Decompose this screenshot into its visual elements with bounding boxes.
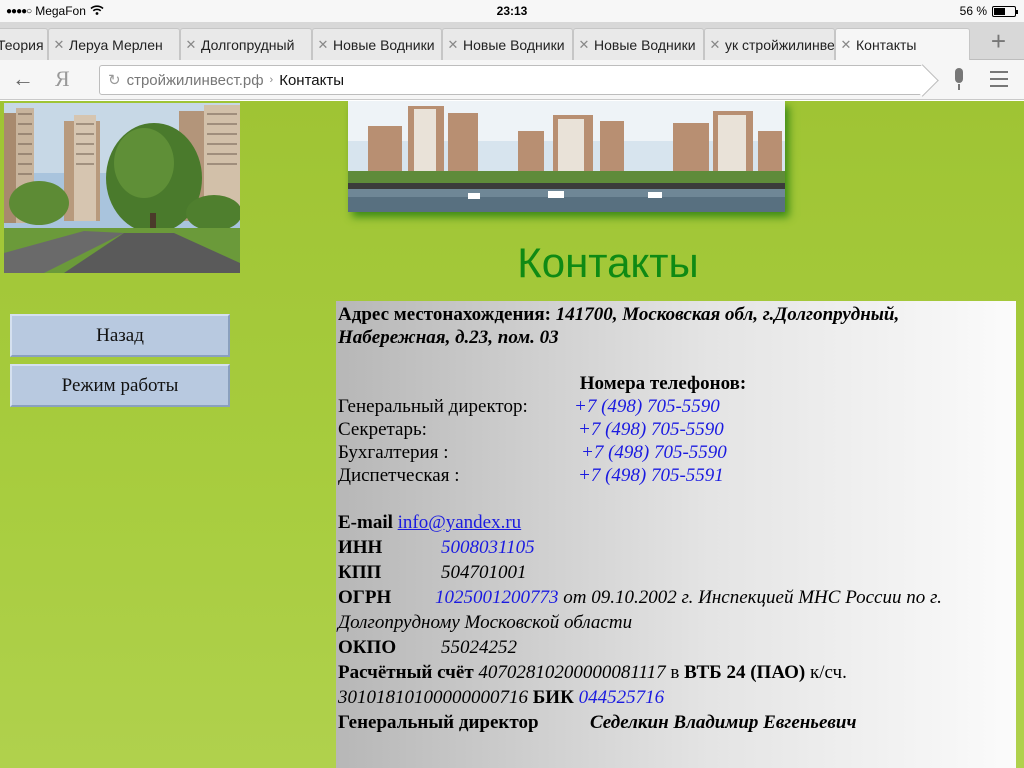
- reload-icon[interactable]: ↻: [108, 71, 121, 89]
- address-label: Адрес местонахождения:: [338, 304, 551, 325]
- okpo-value: 55024252: [441, 637, 517, 658]
- phones-title: Номера телефонов:: [579, 373, 747, 394]
- okpo-line: ОКПО 55024252: [338, 635, 1016, 660]
- corr-line: 30101810100000000716 БИК 044525716: [338, 685, 1016, 710]
- phone-number[interactable]: +7 (498) 705-5590: [581, 441, 727, 464]
- close-icon[interactable]: ✕: [443, 37, 463, 53]
- url-domain: стройжилинвест.рф: [126, 71, 264, 89]
- new-tab-button[interactable]: +: [991, 28, 1006, 54]
- navigation-bar: ← Я ↻ стройжилинвест.рф › Контакты: [0, 60, 1024, 100]
- corr-value: 30101810100000000716: [338, 687, 528, 708]
- email-link[interactable]: info@yandex.ru: [398, 512, 522, 533]
- email-label: E-mail: [338, 512, 393, 533]
- working-hours-button[interactable]: Режим работы: [10, 364, 230, 407]
- phone-number[interactable]: +7 (498) 705-5591: [578, 464, 724, 487]
- close-icon[interactable]: ✕: [836, 37, 856, 53]
- close-icon[interactable]: ✕: [705, 37, 725, 53]
- back-button[interactable]: Назад: [10, 314, 230, 357]
- tab-title: Теория: [0, 36, 44, 53]
- inn-value[interactable]: 5008031105: [441, 537, 535, 558]
- phone-row: Бухгалтерия : +7 (498) 705-5590: [338, 441, 1016, 464]
- phone-row: Диспетческая : +7 (498) 705-5591: [338, 464, 1016, 487]
- tab-title: Новые Водники: [594, 36, 696, 53]
- web-page: Контакты Назад Режим работы Адрес местон…: [0, 101, 1024, 768]
- account-in: в: [670, 662, 680, 683]
- address-line-2: Набережная, д.23, пом. 03: [338, 327, 559, 348]
- inn-line: ИНН 5008031105: [338, 535, 1016, 560]
- clock: 23:13: [496, 4, 528, 18]
- tab-4[interactable]: ✕ Новые Водники: [442, 28, 573, 60]
- bik-value[interactable]: 044525716: [579, 687, 665, 708]
- ogrn-issuer: от 09.10.2002 г. Инспекцией МНС России п…: [558, 587, 942, 608]
- close-icon[interactable]: ✕: [49, 37, 69, 53]
- tab-title: Долгопрудный: [201, 36, 295, 53]
- tab-3[interactable]: ✕ Новые Водники: [312, 28, 442, 60]
- account-value: 40702810200000081117: [478, 662, 666, 683]
- phone-number[interactable]: +7 (498) 705-5590: [578, 418, 724, 441]
- battery-percent: 56 %: [959, 4, 987, 18]
- address-value: 141700, Московская обл, г.Долгопрудный,: [555, 304, 900, 325]
- director-label: Генеральный директор: [338, 712, 539, 733]
- tab-title: Леруа Мерлен: [69, 36, 163, 53]
- phone-row: Секретарь: +7 (498) 705-5590: [338, 418, 1016, 441]
- ogrn-label: ОГРН: [338, 587, 392, 608]
- tab-bar: Теория ✕ Леруа Мерлен ✕ Долгопрудный ✕ Н…: [0, 22, 1024, 61]
- bank-name: ВТБ 24 (ПАО): [684, 662, 806, 683]
- kpp-label: КПП: [338, 562, 382, 583]
- bik-label: БИК: [532, 687, 574, 708]
- close-icon[interactable]: ✕: [574, 37, 594, 53]
- back-arrow-icon[interactable]: ←: [12, 66, 34, 92]
- phone-row: Генеральный директор: +7 (498) 705-5590: [338, 395, 1016, 418]
- phone-number[interactable]: +7 (498) 705-5590: [574, 395, 720, 418]
- director-name: Седелкин Владимир Евгеньевич: [590, 712, 857, 733]
- account-label: Расчётный счёт: [338, 662, 474, 683]
- tab-title: Контакты: [856, 37, 917, 53]
- status-bar: ●●●●○ MegaFon 23:13 56 %: [0, 0, 1024, 22]
- tab-7-active[interactable]: ✕ Контакты: [835, 28, 970, 61]
- email-line: E-mail info@yandex.ru: [338, 510, 1016, 535]
- tab-5[interactable]: ✕ Новые Водники: [573, 28, 704, 60]
- residential-complex-photo: [4, 103, 240, 273]
- kpp-value: 504701001: [441, 562, 527, 583]
- phone-label: Секретарь:: [338, 419, 427, 440]
- url-path: Контакты: [279, 71, 345, 89]
- phone-label: Диспетческая :: [338, 465, 460, 486]
- waterfront-buildings-banner: [348, 101, 785, 212]
- yandex-logo-icon[interactable]: Я: [55, 66, 70, 92]
- tab-0[interactable]: Теория: [0, 28, 48, 60]
- contacts-panel: Адрес местонахождения: 141700, Московска…: [336, 301, 1016, 768]
- tab-1[interactable]: ✕ Леруа Мерлен: [48, 28, 180, 60]
- ogrn-issuer-cont: Долгопрудному Московской области: [338, 612, 633, 633]
- tab-6[interactable]: ✕ ук стройжилинвест: [704, 28, 835, 60]
- battery-icon: [992, 5, 1018, 17]
- tab-title: ук стройжилинвест: [725, 36, 834, 53]
- okpo-label: ОКПО: [338, 637, 397, 658]
- phone-label: Генеральный директор:: [338, 396, 528, 417]
- microphone-icon[interactable]: [953, 68, 965, 92]
- tab-title: Новые Водники: [463, 36, 565, 53]
- ogrn-line: ОГРН 1025001200773 от 09.10.2002 г. Инспе…: [338, 585, 1016, 610]
- corr-label: к/сч.: [809, 662, 847, 683]
- tab-title: Новые Водники: [333, 36, 435, 53]
- tab-2[interactable]: ✕ Долгопрудный: [180, 28, 312, 60]
- inn-label: ИНН: [338, 537, 383, 558]
- close-icon[interactable]: ✕: [313, 37, 333, 53]
- menu-icon[interactable]: [990, 71, 1008, 92]
- url-separator: ›: [269, 74, 274, 86]
- address-line-1: Адрес местонахождения: 141700, Московска…: [338, 303, 1016, 326]
- phone-label: Бухгалтерия :: [338, 442, 449, 463]
- page-title: Контакты: [517, 239, 699, 286]
- ogrn-value[interactable]: 1025001200773: [435, 587, 559, 608]
- address-field[interactable]: ↻ стройжилинвест.рф › Контакты: [99, 65, 925, 95]
- account-line: Расчётный счёт 40702810200000081117 в ВТ…: [338, 660, 1016, 685]
- close-icon[interactable]: ✕: [181, 37, 201, 53]
- kpp-line: КПП 504701001: [338, 560, 1016, 585]
- director-line: Генеральный директор Седелкин Владимир Ев…: [338, 710, 1016, 735]
